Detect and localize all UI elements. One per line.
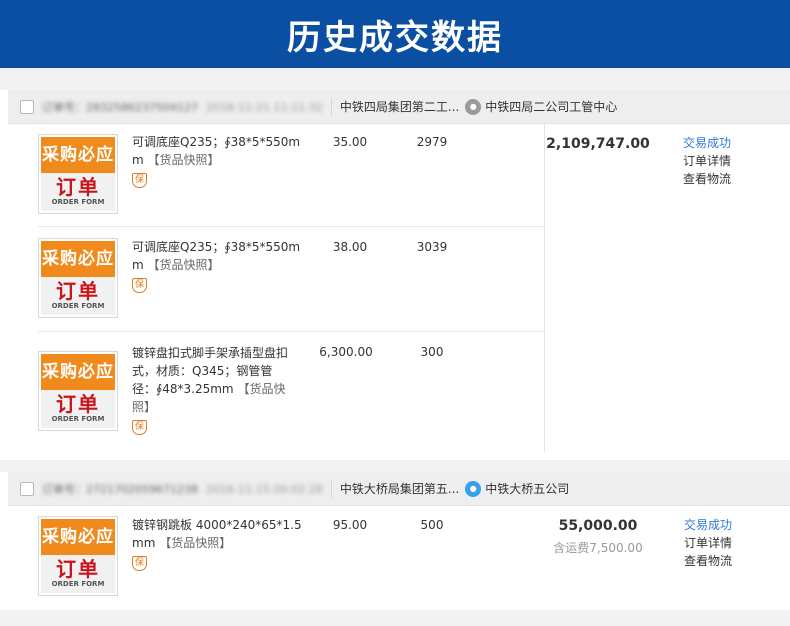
order-item: 采购必应 订单 ORDER FORM 可调底座Q235；∮38*5*550mm … — [38, 124, 544, 227]
product-info: 可调底座Q235；∮38*5*550mm 【货品快照】 保 — [132, 133, 302, 188]
thumb-english: ORDER FORM — [51, 580, 105, 588]
snapshot-link[interactable]: 【货品快照】 — [159, 536, 231, 550]
thumb-main-text: 订单 — [56, 175, 100, 199]
unit-price: 6,300.00 — [319, 345, 373, 359]
section-gap — [0, 460, 790, 472]
order-total: 2,109,747.00 — [546, 136, 650, 152]
trade-status[interactable]: 交易成功 — [683, 134, 731, 152]
guarantee-shield-icon: 保 — [132, 173, 147, 188]
thumb-caption: 采购必应 — [41, 241, 115, 277]
order-total: 55,000.00 — [558, 518, 638, 534]
order-header: 订单号：2832586237504127 2016-11-21 11:11:32 … — [8, 90, 790, 124]
unit-price: 35.00 — [332, 135, 368, 149]
quantity: 500 — [420, 518, 444, 532]
order-meta: 订单号：2832586237504127 2016-11-21 11:11:32 — [42, 99, 323, 115]
quantity: 3039 — [416, 240, 448, 254]
thumb-english: ORDER FORM — [51, 302, 105, 310]
product-thumbnail[interactable]: 采购必应 订单 ORDER FORM — [38, 238, 118, 318]
order-number: 订单号：2832586237504127 — [42, 100, 198, 114]
column-divider — [544, 124, 545, 452]
thumb-main-text: 订单 — [56, 557, 100, 581]
page-title: 历史成交数据 — [287, 17, 503, 58]
order-time: 2016-11-21 11:11:32 — [205, 100, 323, 114]
seller-avatar-icon: ● — [465, 98, 482, 115]
unit-price: 95.00 — [332, 518, 368, 532]
unit-price: 38.00 — [332, 240, 368, 254]
order-item: 采购必应 订单 ORDER FORM 镀锌盘扣式脚手架承插型盘扣式，材质：Q34… — [38, 332, 544, 452]
order-item: 采购必应 订单 ORDER FORM 镀锌钢跳板 4000*240*65*1.5… — [38, 506, 544, 606]
thumb-english: ORDER FORM — [51, 415, 105, 423]
quantity: 2979 — [416, 135, 448, 149]
thumb-caption: 采购必应 — [41, 354, 115, 390]
order-checkbox[interactable] — [20, 481, 34, 496]
shipping-fee: 含运费7,500.00 — [553, 541, 643, 555]
trade-status[interactable]: 交易成功 — [684, 516, 732, 534]
thumb-main-text: 订单 — [56, 279, 100, 303]
guarantee-shield-icon: 保 — [132, 278, 147, 293]
snapshot-link[interactable]: 【货品快照】 — [148, 153, 220, 167]
buyer-name[interactable]: 中铁四局集团第二工... — [340, 98, 459, 115]
order-actions: 交易成功 订单详情 查看物流 — [684, 516, 732, 570]
order-actions: 交易成功 订单详情 查看物流 — [683, 134, 731, 188]
order-item: 采购必应 订单 ORDER FORM 可调底座Q235；∮38*5*550mm … — [38, 227, 544, 332]
product-info: 镀锌盘扣式脚手架承插型盘扣式，材质：Q345；钢管管径：∮48*3.25mm 【… — [132, 344, 292, 435]
divider — [330, 479, 332, 498]
snapshot-link[interactable]: 【货品快照】 — [148, 258, 220, 272]
seller-name[interactable]: 中铁大桥五公司 — [485, 480, 569, 497]
product-thumbnail[interactable]: 采购必应 订单 ORDER FORM — [38, 351, 118, 431]
thumb-main-text: 订单 — [56, 392, 100, 416]
product-info: 镀锌钢跳板 4000*240*65*1.5mm 【货品快照】 保 — [132, 516, 308, 571]
order-detail-link[interactable]: 订单详情 — [684, 534, 732, 552]
section-gap — [0, 610, 790, 626]
section-gap — [0, 68, 790, 90]
seller-name[interactable]: 中铁四局二公司工管中心 — [485, 98, 617, 115]
product-thumbnail[interactable]: 采购必应 订单 ORDER FORM — [38, 516, 118, 596]
order-meta: 订单号：2721702059671238 2016-11-15 09:02:28 — [42, 481, 323, 497]
product-info: 可调底座Q235；∮38*5*550mm 【货品快照】 保 — [132, 238, 302, 293]
divider — [330, 97, 332, 116]
product-thumbnail[interactable]: 采购必应 订单 ORDER FORM — [38, 134, 118, 214]
order-card: 订单号：2721702059671238 2016-11-15 09:02:28 … — [8, 472, 790, 610]
logistics-link[interactable]: 查看物流 — [684, 552, 732, 570]
page-banner: 历史成交数据 — [0, 0, 790, 68]
thumb-caption: 采购必应 — [41, 519, 115, 555]
order-header: 订单号：2721702059671238 2016-11-15 09:02:28 … — [8, 472, 790, 506]
buyer-name[interactable]: 中铁大桥局集团第五... — [340, 480, 459, 497]
quantity: 300 — [420, 345, 444, 359]
guarantee-shield-icon: 保 — [132, 420, 147, 435]
logistics-link[interactable]: 查看物流 — [683, 170, 731, 188]
order-time: 2016-11-15 09:02:28 — [205, 482, 323, 496]
thumb-english: ORDER FORM — [51, 198, 105, 206]
order-number: 订单号：2721702059671238 — [42, 482, 198, 496]
order-detail-link[interactable]: 订单详情 — [683, 152, 731, 170]
guarantee-shield-icon: 保 — [132, 556, 147, 571]
thumb-caption: 采购必应 — [41, 137, 115, 173]
order-checkbox[interactable] — [20, 99, 34, 114]
seller-avatar-icon: ● — [465, 480, 482, 497]
order-card: 订单号：2832586237504127 2016-11-21 11:11:32 … — [8, 90, 790, 460]
